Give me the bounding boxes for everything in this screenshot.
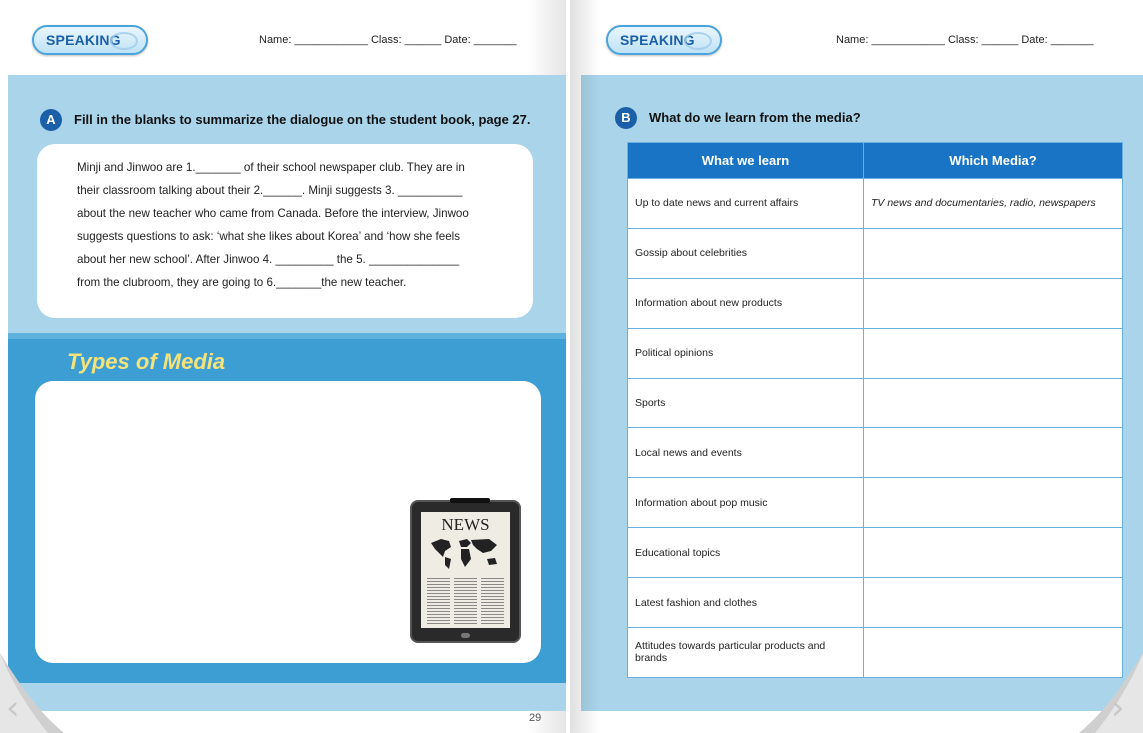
speaking-badge: SPEAKING	[606, 25, 722, 55]
table-row: Gossip about celebrities	[627, 227, 1123, 279]
name-blank[interactable]: ____________	[871, 34, 944, 46]
tablet-screen: NEWS	[421, 512, 510, 628]
speaking-badge: SPEAKING	[32, 25, 148, 55]
media-answer-cell[interactable]	[863, 277, 1123, 329]
newspaper-headline: NEWS	[441, 515, 490, 534]
table-row: Latest fashion and clothes	[627, 577, 1123, 629]
topic-cell: Information about new products	[627, 277, 864, 329]
topic-cell: Local news and events	[627, 427, 864, 479]
header-what-we-learn: What we learn	[627, 142, 864, 179]
table-row: Sports	[627, 377, 1123, 429]
topic-cell: Up to date news and current affairs	[627, 178, 864, 229]
class-blank[interactable]: ______	[405, 34, 442, 46]
summary-line: suggests questions to ask: ‘what she lik…	[77, 230, 461, 243]
news-tablet-image: NEWS	[410, 498, 521, 643]
table-header-row: What we learn Which Media?	[627, 142, 1123, 179]
summary-line: their classroom talking about their 2.__…	[77, 184, 463, 197]
table-row: Information about new products	[627, 277, 1123, 329]
date-label: Date:	[444, 34, 471, 46]
section-b-question: What do we learn from the media?	[649, 110, 861, 125]
summary-line: from the clubroom, they are going to 6._…	[77, 276, 407, 289]
right-page: SPEAKING Name: ____________ Class: _____…	[570, 0, 1143, 733]
header-which-media: Which Media?	[863, 142, 1123, 179]
prev-page-arrow-icon[interactable]: ‹	[6, 688, 20, 728]
table-row: Local news and events	[627, 427, 1123, 479]
table-row: Attitudes towards particular products an…	[627, 627, 1123, 678]
media-answer-cell[interactable]	[863, 577, 1123, 629]
summary-line: about her new school’. After Jinwoo 4. _…	[77, 253, 460, 266]
home-button-icon	[461, 633, 470, 638]
summary-line: Minji and Jinwoo are 1._______ of their …	[77, 161, 465, 174]
topic-cell: Information about pop music	[627, 477, 864, 529]
media-answer-cell[interactable]	[863, 527, 1123, 579]
page-number: 29	[529, 712, 542, 724]
next-page-arrow-icon[interactable]: ›	[1111, 688, 1125, 728]
media-answer-cell[interactable]	[863, 327, 1123, 379]
table-row: Political opinions	[627, 327, 1123, 379]
section-a-marker: A	[40, 109, 62, 131]
topic-cell: Gossip about celebrities	[627, 227, 864, 279]
summary-line: about the new teacher who came from Cana…	[77, 207, 469, 220]
class-blank[interactable]: ______	[982, 34, 1019, 46]
date-blank[interactable]: _______	[474, 34, 517, 46]
media-answer-cell[interactable]	[863, 377, 1123, 429]
name-blank[interactable]: ____________	[294, 34, 367, 46]
topic-cell: Sports	[627, 377, 864, 429]
swirl-icon	[684, 32, 712, 50]
bottom-band	[8, 683, 566, 711]
table-row: Information about pop music	[627, 477, 1123, 529]
spine-shadow	[570, 0, 600, 733]
topic-cell: Latest fashion and clothes	[627, 577, 864, 629]
media-answer-cell[interactable]	[863, 227, 1123, 279]
swirl-icon	[110, 32, 138, 50]
media-table: What we learn Which Media? Up to date ne…	[627, 142, 1123, 678]
date-blank[interactable]: _______	[1051, 34, 1094, 46]
date-label: Date:	[1021, 34, 1048, 46]
section-a-question: Fill in the blanks to summarize the dial…	[74, 112, 531, 127]
student-info-line: Name: ____________ Class: ______ Date: _…	[259, 34, 517, 46]
name-label: Name:	[836, 34, 869, 46]
media-answer-cell[interactable]	[863, 427, 1123, 479]
topic-cell: Attitudes towards particular products an…	[627, 627, 864, 678]
student-info-line: Name: ____________ Class: ______ Date: _…	[836, 34, 1094, 46]
media-answer-cell[interactable]	[863, 477, 1123, 529]
topic-cell: Educational topics	[627, 527, 864, 579]
table-row: Educational topics	[627, 527, 1123, 579]
world-map-icon	[431, 539, 497, 569]
section-b-marker: B	[615, 107, 637, 129]
media-section-title: Types of Media	[67, 349, 226, 374]
class-label: Class:	[370, 34, 402, 46]
topic-cell: Political opinions	[627, 327, 864, 379]
left-page: SPEAKING Name: ____________ Class: _____…	[0, 0, 566, 733]
class-label: Class:	[947, 34, 979, 46]
media-answer-cell[interactable]: TV news and documentaries, radio, newspa…	[863, 178, 1123, 229]
table-row: Up to date news and current affairs TV n…	[627, 178, 1123, 229]
name-label: Name:	[259, 34, 292, 46]
